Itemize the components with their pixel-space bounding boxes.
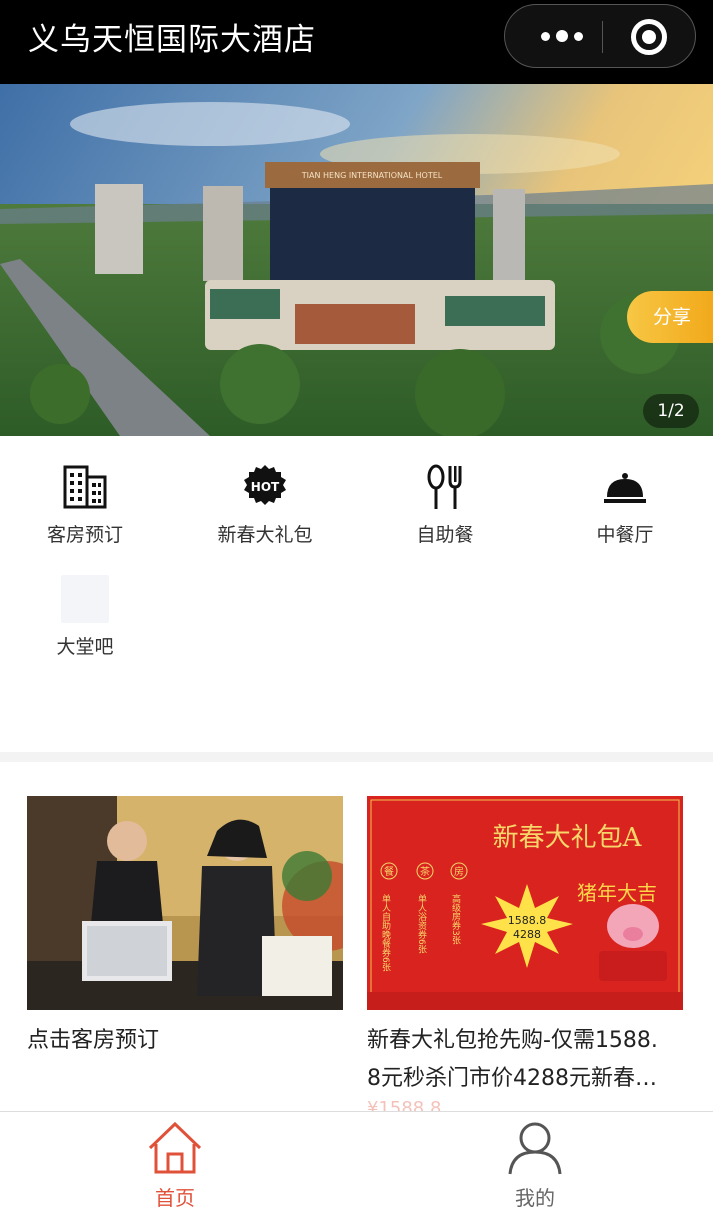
menu-item-buffet[interactable]: 自助餐 <box>360 462 530 547</box>
card-title-line: 8元秒杀门市价4288元新春… <box>367 1066 657 1091</box>
hero-banner[interactable]: TIAN HENG INTERNATIONAL HOTEL 分享 1/2 <box>0 84 713 436</box>
building-icon <box>60 462 110 512</box>
menu-item-room-booking[interactable]: 客房预订 <box>0 462 170 547</box>
card-title-line: 新春大礼包抢先购-仅需1588. <box>367 1028 658 1053</box>
poster-headline: 新春大礼包A <box>493 823 643 853</box>
menu-item-lobby-bar[interactable]: 大堂吧 <box>0 574 170 659</box>
banner-pager: 1/2 <box>643 394 699 428</box>
capsule-divider <box>602 21 603 53</box>
menu-item-label: 大堂吧 <box>56 636 114 658</box>
poster-badge: 茶 <box>420 865 430 878</box>
user-icon <box>475 1120 595 1180</box>
hotel-sign-text: TIAN HENG INTERNATIONAL HOTEL <box>301 171 443 180</box>
page-title: 义乌天恒国际大酒店 <box>28 22 316 58</box>
menu-item-label: 客房预订 <box>46 524 123 546</box>
mini-program-capsule <box>504 4 696 68</box>
gift-package-poster: 新春大礼包A 餐 茶 房 单人自助晚餐券6张 单人浴资券6张 高级房券3张 15… <box>367 796 683 1010</box>
nav-bar: 义乌天恒国际大酒店 <box>0 0 713 84</box>
image-placeholder-icon <box>60 574 110 624</box>
menu-item-label: 自助餐 <box>416 524 474 546</box>
share-button[interactable]: 分享 <box>627 291 713 343</box>
svg-text:HOT: HOT <box>251 480 280 494</box>
menu-item-spring-package[interactable]: HOT 新春大礼包 <box>180 462 350 547</box>
food-cloche-icon <box>600 462 650 512</box>
category-grid: 客房预订 HOT 新春大礼包 自助餐 中餐厅 大堂吧 <box>0 436 713 752</box>
poster-burst-price: 1588.8 <box>508 914 547 927</box>
poster-badge: 房 <box>454 865 464 878</box>
tab-home[interactable]: 首页 <box>115 1120 235 1211</box>
tab-mine[interactable]: 我的 <box>475 1120 595 1211</box>
menu-item-label: 中餐厅 <box>596 524 654 546</box>
hot-badge-icon: HOT <box>240 462 290 512</box>
section-divider <box>0 752 713 762</box>
menu-item-label: 新春大礼包 <box>217 524 313 546</box>
reception-desk-photo <box>27 796 343 1010</box>
home-icon <box>115 1120 235 1180</box>
menu-item-chinese-restaurant[interactable]: 中餐厅 <box>540 462 710 547</box>
card-title: 点击客房预订 <box>27 1028 160 1053</box>
product-card-room[interactable]: 点击客房预订 <box>27 796 343 1060</box>
card-title: 新春大礼包抢先购-仅需1588. 8元秒杀门市价4288元新春… <box>367 1022 683 1098</box>
poster-column-text: 单人自助晚餐券6张 <box>380 893 391 973</box>
poster-column-text: 单人浴资券6张 <box>416 893 427 955</box>
hotel-aerial-photo: TIAN HENG INTERNATIONAL HOTEL <box>0 84 713 436</box>
tab-label: 首页 <box>155 1186 195 1210</box>
more-dots-icon[interactable] <box>523 5 601 67</box>
product-card-spring-package[interactable]: 新春大礼包A 餐 茶 房 单人自助晚餐券6张 单人浴资券6张 高级房券3张 15… <box>367 796 683 1119</box>
poster-burst-orig: 4288 <box>513 928 541 941</box>
spoon-fork-icon <box>420 462 470 512</box>
poster-badge: 餐 <box>384 865 394 878</box>
target-close-icon[interactable] <box>631 19 667 55</box>
poster-column-text: 高级房券3张 <box>450 893 461 946</box>
tab-label: 我的 <box>515 1186 555 1210</box>
poster-script: 猪年大吉 <box>577 881 657 905</box>
tab-bar: 首页 我的 <box>0 1111 713 1219</box>
